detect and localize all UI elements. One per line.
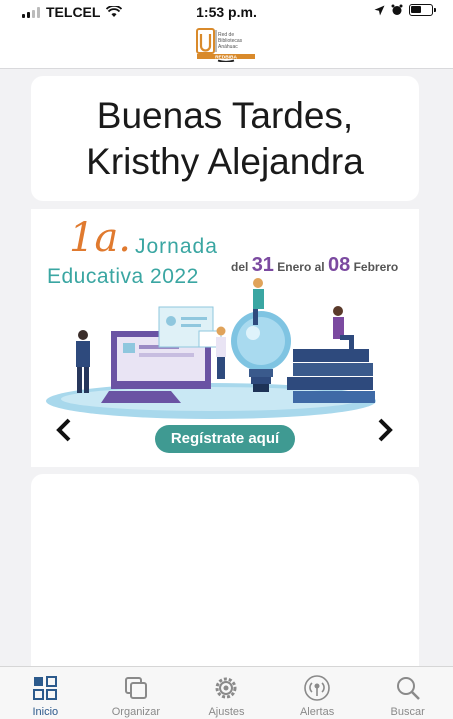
tab-alertas[interactable]: Alertas [272,667,363,719]
tab-label-alertas: Alertas [299,706,335,718]
alarm-icon [391,4,403,15]
broadcast-icon [304,675,330,701]
tab-ajustes[interactable]: Ajustes [181,667,272,719]
banner-title-word: Jornada [135,235,218,258]
content-card [31,474,419,666]
tab-organizar[interactable]: Organizar [91,667,182,719]
banner-dates: del 31 Enero al 08 Febrero [231,254,398,277]
battery-icon [409,4,436,16]
app-header: Red de Bibliotecas Anáhuac REDBIBA [0,24,453,69]
start-month: Enero al [277,260,325,274]
greeting-line1: Buenas Tardes, [96,94,354,136]
banner-number: 1a. [69,215,132,261]
tab-label-inicio: Inicio [32,706,59,718]
register-button[interactable]: Regístrate aquí [155,425,295,453]
tab-inicio[interactable]: Inicio [0,667,91,719]
status-bar: TELCEL 1:53 p.m. [0,0,453,24]
gear-icon [215,677,237,699]
search-icon [396,677,420,700]
chevron-left-icon [56,418,71,442]
redbiba-logo: Red de Bibliotecas Anáhuac REDBIBA [196,28,255,62]
carousel-prev-button[interactable] [53,417,75,443]
start-day: 31 [251,254,274,276]
copy-icon [124,677,147,699]
greeting-card: Buenas Tardes, Kristhy Alejandra [31,76,419,201]
banner-subtitle: Educativa 2022 [47,265,199,288]
end-month: Febrero [353,260,399,274]
tab-label-ajustes: Ajustes [208,706,245,718]
chevron-right-icon [378,418,393,442]
tab-bar: Inicio Organizar Ajustes Alertas Buscar [0,666,453,719]
logo-brand: REDBIBA [215,54,237,60]
event-banner[interactable]: 1a. Jornada Educativa 2022 del 31 Enero … [31,209,419,467]
home-content: Buenas Tardes, Kristhy Alejandra 1a. Jor… [0,70,453,666]
tab-label-organizar: Organizar [111,706,161,718]
greeting-user-name: Kristhy Alejandra [86,140,364,182]
status-right [374,4,436,16]
greeting-text: Buenas Tardes, Kristhy Alejandra [86,93,364,185]
tab-buscar[interactable]: Buscar [362,667,453,719]
grid-icon [33,676,58,700]
carousel-next-button[interactable] [374,417,396,443]
tab-label-buscar: Buscar [390,706,425,718]
logo-line3: Anáhuac [218,44,238,50]
dates-prefix: del [231,260,249,274]
location-arrow-icon [374,5,385,15]
end-day: 08 [327,254,351,276]
